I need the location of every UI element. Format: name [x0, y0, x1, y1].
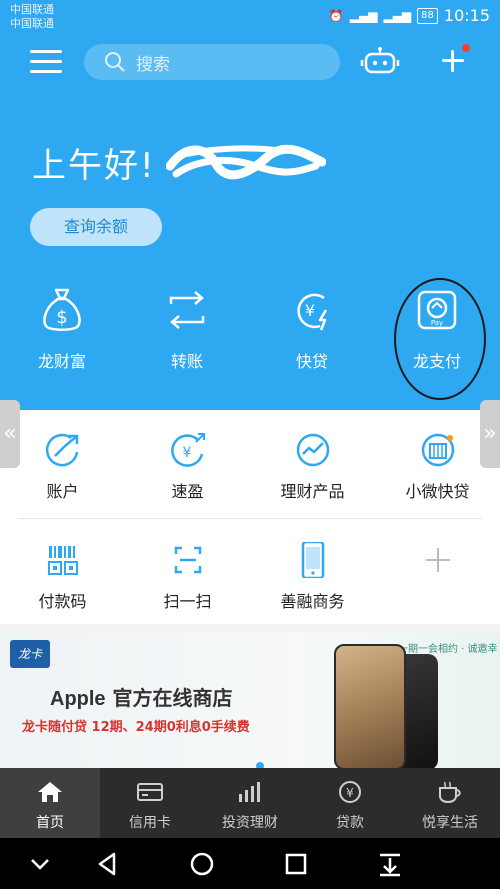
tab-label: 首页: [36, 815, 64, 831]
system-navigation-bar: [0, 838, 500, 889]
menu-icon[interactable]: [30, 50, 62, 74]
chevron-down-icon[interactable]: [24, 848, 56, 880]
carrier-labels: 中国联通 中国联通: [10, 3, 54, 31]
service-label: 理财产品: [280, 482, 345, 501]
signal-icon-2: ▂▄▆: [383, 8, 412, 23]
status-bar: 中国联通 中国联通 ⏰ ▂▄▆ ▂▄▆ 88 10:15: [0, 0, 500, 36]
service-label: 善融商务: [280, 592, 345, 611]
carrier-1: 中国联通: [10, 3, 54, 16]
loan-icon: ¥: [339, 781, 361, 803]
service-label: 付款码: [38, 592, 87, 611]
service-label: 账户: [46, 482, 79, 501]
mobile-screen: 中国联通 中国联通 ⏰ ▂▄▆ ▂▄▆ 88 10:15 搜索 上午好! 查询余…: [0, 0, 500, 889]
carrier-2: 中国联通: [10, 17, 54, 30]
service-row-1: 账户 ¥ 速盈 理财产品 小微快贷: [0, 410, 500, 518]
quick-action-fast-loan[interactable]: ¥ 快贷: [262, 286, 362, 386]
service-row-2: 付款码 扫一扫 善融商务: [0, 520, 500, 624]
bottom-tab-bar: 首页 信用卡 投资理财 ¥ 贷款 悦享生活: [0, 768, 500, 838]
service-speed-profit[interactable]: ¥ 速盈: [125, 432, 250, 502]
fast-loan-icon: ¥: [297, 293, 328, 331]
quick-action-label: 快贷: [295, 352, 328, 371]
service-label: 扫一扫: [163, 592, 212, 611]
phone-image: [334, 644, 406, 770]
speed-profit-icon: ¥: [170, 433, 205, 467]
tab-label: 贷款: [336, 815, 364, 831]
tab-home[interactable]: 首页: [0, 768, 100, 838]
alarm-icon: ⏰: [328, 8, 344, 23]
svg-text:¥: ¥: [305, 301, 315, 320]
row-divider: [18, 518, 482, 519]
investment-chart-icon: [239, 782, 260, 802]
status-indicators: ⏰ ▂▄▆ ▂▄▆ 88 10:15: [329, 6, 490, 25]
home-circle-icon[interactable]: [186, 848, 218, 880]
top-bar: 搜索: [0, 40, 500, 84]
tab-label: 信用卡: [129, 815, 171, 831]
service-label: 小微快贷: [405, 482, 470, 501]
signal-icon: ▂▄▆: [349, 8, 378, 23]
add-service-button[interactable]: [375, 542, 500, 588]
account-trend-icon: [45, 433, 78, 467]
credit-card-icon: [137, 783, 163, 801]
clock: 10:15: [443, 6, 490, 25]
search-input[interactable]: 搜索: [84, 44, 340, 80]
redaction-scribble: [166, 144, 326, 180]
tab-investment[interactable]: 投资理财: [200, 768, 300, 838]
quick-action-label: 龙财富: [37, 352, 86, 371]
long-card-logo: 龙卡: [10, 640, 50, 668]
svg-text:$: $: [56, 307, 67, 328]
tab-lifestyle[interactable]: 悦享生活: [400, 768, 500, 838]
service-scan[interactable]: 扫一扫: [125, 542, 250, 612]
svg-text:¥: ¥: [182, 445, 191, 461]
battery-indicator: 88: [417, 7, 438, 24]
quick-action-label: 转账: [170, 352, 203, 371]
service-label: 速盈: [171, 482, 204, 501]
tab-label: 悦享生活: [422, 815, 478, 831]
payment-code-icon: [47, 546, 78, 575]
svg-text:¥: ¥: [346, 786, 354, 800]
greeting-text: 上午好!: [32, 146, 156, 186]
promo-banner[interactable]: 龙卡 一期一会相约 · 诚邀幸福永久 Apple 官方在线商店 龙卡随付贷 12…: [0, 632, 500, 770]
coffee-icon: [439, 781, 461, 804]
transfer-icon: [169, 291, 205, 329]
shanrong-commerce-icon: [301, 542, 324, 578]
notification-dot: [462, 44, 470, 52]
small-business-loan-icon: [421, 433, 454, 467]
tab-label: 投资理财: [222, 815, 278, 831]
quick-action-wealth[interactable]: $ 龙财富: [12, 286, 112, 386]
banner-subtitle: 龙卡随付贷 12期、24期0利息0手续费: [22, 720, 250, 735]
back-icon[interactable]: [92, 848, 124, 880]
recent-apps-icon[interactable]: [280, 848, 312, 880]
scroll-right-arrow[interactable]: »: [480, 400, 500, 468]
banner-title-en: Apple: [50, 688, 106, 710]
quick-action-transfer[interactable]: 转账: [137, 286, 237, 386]
banner-title-cn: 官方在线商店: [105, 686, 233, 710]
check-balance-button[interactable]: 查询余额: [30, 208, 162, 246]
tab-credit-card[interactable]: 信用卡: [100, 768, 200, 838]
hand-drawn-circle: [394, 278, 486, 400]
search-icon: [105, 52, 125, 72]
tab-loan[interactable]: ¥ 贷款: [300, 768, 400, 838]
wealth-product-icon: [296, 433, 329, 467]
money-bag-icon: $: [43, 288, 81, 331]
add-icon: [425, 548, 450, 572]
search-placeholder: 搜索: [136, 54, 170, 75]
scan-icon: [174, 546, 201, 574]
section-gap: [0, 624, 500, 632]
home-icon: [38, 782, 62, 802]
pull-down-icon[interactable]: [374, 848, 406, 880]
scroll-left-arrow[interactable]: «: [0, 400, 20, 468]
service-payment-code[interactable]: 付款码: [0, 542, 125, 612]
robot-icon[interactable]: [360, 46, 400, 78]
banner-title: Apple 官方在线商店: [50, 682, 233, 711]
service-shanrong-commerce[interactable]: 善融商务: [250, 542, 375, 612]
header-panel: 中国联通 中国联通 ⏰ ▂▄▆ ▂▄▆ 88 10:15 搜索 上午好! 查询余…: [0, 0, 500, 410]
service-wealth-product[interactable]: 理财产品: [250, 432, 375, 502]
